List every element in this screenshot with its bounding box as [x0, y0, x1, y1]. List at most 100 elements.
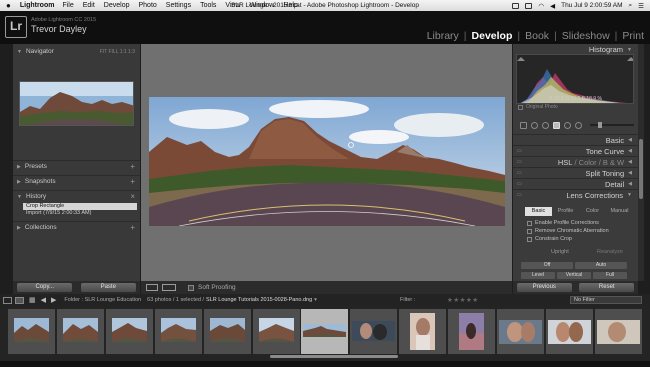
menu-view[interactable]: View: [225, 2, 240, 9]
wifi-icon[interactable]: ◠: [538, 2, 544, 10]
red-eye-icon[interactable]: [542, 121, 549, 129]
navigator-preview[interactable]: [19, 81, 134, 126]
filmstrip-cell[interactable]: [497, 309, 544, 354]
module-slideshow[interactable]: Slideshow: [562, 30, 610, 42]
filmstrip-cell[interactable]: [204, 309, 251, 354]
history-item-crop[interactable]: Crop Rectangle: [23, 203, 137, 210]
filmstrip-cell[interactable]: [595, 309, 642, 354]
display-icon[interactable]: [512, 2, 520, 9]
filmstrip-cell-selected[interactable]: [301, 309, 348, 354]
tab-lens-manual[interactable]: Manual: [606, 207, 633, 216]
copy-button[interactable]: Copy...: [17, 283, 73, 292]
constrain-crop[interactable]: Constrain Crop: [527, 236, 572, 242]
filter-dropdown[interactable]: No Filter: [570, 296, 642, 304]
graduated-filter-icon[interactable]: [553, 121, 560, 129]
menu-tools[interactable]: Tools: [200, 2, 216, 9]
module-develop[interactable]: Develop: [472, 30, 513, 42]
module-print[interactable]: Print: [622, 30, 644, 42]
apple-menu-icon[interactable]: ●: [6, 1, 11, 10]
battery-icon[interactable]: [525, 2, 533, 9]
secondary-display-icon[interactable]: [15, 296, 24, 304]
upright-auto-button[interactable]: Auto: [575, 262, 627, 269]
menu-edit[interactable]: Edit: [83, 2, 95, 9]
soft-proofing-checkbox[interactable]: [188, 284, 194, 291]
right-panel-scrollbar[interactable]: [638, 44, 644, 281]
tool-slider[interactable]: [590, 122, 634, 128]
navigator-zoom-options[interactable]: FIT FILL 1:1 1:3: [100, 49, 135, 55]
module-library[interactable]: Library: [427, 30, 459, 42]
enable-profile-corrections[interactable]: Enable Profile Corrections: [527, 220, 599, 226]
reset-button[interactable]: Reset: [579, 283, 635, 292]
spot-removal-icon[interactable]: [531, 121, 538, 129]
scrollbar-thumb[interactable]: [639, 139, 643, 199]
upright-vertical-button[interactable]: Vertical: [557, 272, 591, 279]
hsl-label[interactable]: HSL: [558, 158, 573, 167]
tab-lens-color[interactable]: Color: [579, 207, 606, 216]
basic-header[interactable]: Basic ◀: [513, 134, 638, 145]
menu-settings[interactable]: Settings: [166, 2, 191, 9]
back-arrow-icon[interactable]: ◀: [41, 296, 46, 304]
history-header[interactable]: ▼ History ×: [13, 191, 140, 202]
adjustment-brush-icon[interactable]: [575, 121, 582, 129]
crop-tool-icon[interactable]: [520, 121, 527, 129]
forward-arrow-icon[interactable]: ▶: [51, 296, 56, 304]
toggle-switch-icon[interactable]: ▭: [517, 192, 522, 198]
clock[interactable]: Thu Jul 9 2:00:59 AM: [561, 2, 622, 9]
tab-lens-basic[interactable]: Basic: [525, 207, 552, 216]
add-collection-icon[interactable]: +: [130, 223, 135, 232]
search-icon[interactable]: ⌕: [629, 2, 633, 10]
toggle-switch-icon[interactable]: ▭: [517, 159, 522, 165]
radial-filter-icon[interactable]: [564, 121, 571, 129]
filmstrip-cell[interactable]: [106, 309, 153, 354]
filmstrip-cell[interactable]: [546, 309, 593, 354]
volume-icon[interactable]: ◀: [550, 2, 555, 10]
filmstrip-cell[interactable]: [155, 309, 202, 354]
snapshots-header[interactable]: ▶ Snapshots +: [13, 176, 140, 187]
remove-chromatic-aberration[interactable]: Remove Chromatic Aberration: [527, 228, 609, 234]
source-folder[interactable]: Folder : SLR Lounge Education: [64, 297, 141, 303]
paste-button[interactable]: Paste: [80, 283, 136, 292]
filmstrip-cell[interactable]: [399, 309, 446, 354]
toggle-switch-icon[interactable]: ▭: [517, 170, 522, 176]
add-preset-icon[interactable]: +: [130, 162, 135, 171]
detail-header[interactable]: ▭ Detail ◀: [513, 178, 638, 189]
main-photo[interactable]: [149, 97, 505, 226]
toggle-switch-icon[interactable]: ▭: [517, 148, 522, 154]
filmstrip-cell[interactable]: [253, 309, 300, 354]
clear-history-icon[interactable]: ×: [130, 192, 135, 201]
filmstrip-cell[interactable]: [57, 309, 104, 354]
loupe-view-icon[interactable]: [146, 284, 158, 291]
filmstrip-cell[interactable]: [8, 309, 55, 354]
color-label[interactable]: Color: [579, 158, 597, 167]
grid-view-icon[interactable]: ▦: [29, 296, 36, 304]
presets-header[interactable]: ▶ Presets +: [13, 161, 140, 172]
hsl-header[interactable]: ▭ HSL / Color / B & W ◀: [513, 156, 638, 167]
collections-header[interactable]: ▶ Collections +: [13, 222, 140, 233]
navigator-header[interactable]: ▼ Navigator FIT FILL 1:1 1:3: [13, 46, 140, 57]
history-item-import[interactable]: Import (7/9/15 2:00:33 AM): [23, 210, 137, 217]
original-photo-checkbox[interactable]: [518, 104, 523, 110]
filmstrip-scrollbar[interactable]: [270, 355, 398, 358]
primary-display-icon[interactable]: [3, 296, 12, 304]
menu-develop[interactable]: Develop: [104, 2, 130, 9]
previous-button[interactable]: Previous: [516, 283, 572, 292]
menu-window[interactable]: Window: [249, 2, 274, 9]
rating-filter[interactable]: ★★★★★: [447, 296, 479, 304]
bw-label[interactable]: B & W: [603, 158, 624, 167]
module-book[interactable]: Book: [525, 30, 549, 42]
notifications-icon[interactable]: ☰: [638, 2, 644, 10]
upright-off-button[interactable]: Off: [521, 262, 573, 269]
split-toning-header[interactable]: ▭ Split Toning ◀: [513, 167, 638, 178]
before-after-icon[interactable]: [162, 284, 176, 291]
add-snapshot-icon[interactable]: +: [130, 177, 135, 186]
tab-lens-profile[interactable]: Profile: [552, 207, 579, 216]
menu-file[interactable]: File: [62, 2, 73, 9]
menu-app-name[interactable]: Lightroom: [20, 2, 55, 9]
menu-help[interactable]: Help: [283, 2, 297, 9]
enable-profile-checkbox[interactable]: [527, 220, 532, 226]
reanalyze-button[interactable]: Reanalyze: [597, 249, 623, 255]
filmstrip-cell[interactable]: [350, 309, 397, 354]
lens-corrections-header[interactable]: ▭ Lens Corrections ▼: [513, 189, 638, 200]
selected-filename[interactable]: SLR Lounge Tutorials 2015-0028-Pano.dng: [206, 297, 312, 303]
remove-ca-checkbox[interactable]: [527, 228, 532, 234]
